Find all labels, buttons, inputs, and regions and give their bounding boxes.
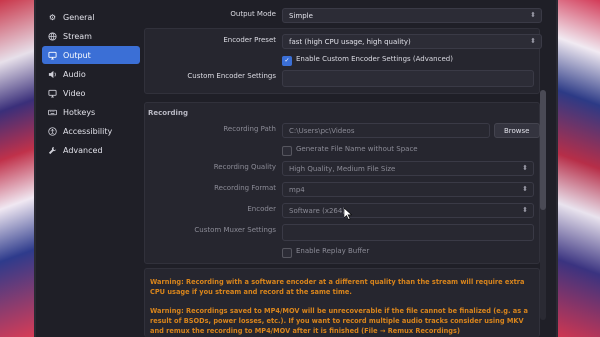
video-icon xyxy=(48,89,57,98)
muxer-row: Custom Muxer Settings xyxy=(144,224,548,241)
custom-encoder-check-label: Enable Custom Encoder Settings (Advanced… xyxy=(296,55,453,63)
settings-sidebar: ⚙ General Stream Output Audio Video Hotk… xyxy=(42,8,140,168)
output-mode-select[interactable]: Simple ⬍ xyxy=(282,8,542,23)
warning-mp4-text: Warning: Recordings saved to MP4/MOV wil… xyxy=(150,307,528,335)
sidebar-item-hotkeys[interactable]: Hotkeys xyxy=(42,103,140,121)
settings-content: Output Mode Simple ⬍ Encoder Preset fast… xyxy=(144,0,548,337)
muxer-input[interactable] xyxy=(282,224,534,241)
recording-quality-label: Recording Quality xyxy=(213,163,276,171)
sidebar-item-audio[interactable]: Audio xyxy=(42,65,140,83)
wrench-icon xyxy=(48,146,57,155)
sidebar-item-label: General xyxy=(63,12,95,22)
recording-format-row: Recording Format mp4 ⬍ xyxy=(144,182,548,198)
encoder-select[interactable]: Software (x264) ⬍ xyxy=(282,203,534,218)
recording-quality-select[interactable]: High Quality, Medium File Size ⬍ xyxy=(282,161,534,176)
sidebar-item-label: Stream xyxy=(63,31,92,41)
mouse-cursor-icon xyxy=(344,208,352,220)
globe-icon xyxy=(48,31,57,41)
muxer-label: Custom Muxer Settings xyxy=(194,226,276,234)
recording-path-input[interactable]: C:\Users\pc\Videos xyxy=(282,123,490,138)
sidebar-item-stream[interactable]: Stream xyxy=(42,27,140,45)
sidebar-item-general[interactable]: ⚙ General xyxy=(42,8,140,26)
replay-buffer-checkbox[interactable] xyxy=(282,248,292,258)
recording-quality-row: Recording Quality High Quality, Medium F… xyxy=(144,161,548,177)
chevron-updown-icon: ⬍ xyxy=(522,206,528,214)
chevron-updown-icon: ⬍ xyxy=(522,164,528,172)
background-artwork-left xyxy=(0,0,34,337)
encoder-preset-value: fast (high CPU usage, high quality) xyxy=(289,38,411,46)
sidebar-item-label: Audio xyxy=(63,69,86,79)
recording-format-value: mp4 xyxy=(289,186,305,194)
no-space-row: Generate File Name without Space xyxy=(144,143,548,159)
browse-button[interactable]: Browse xyxy=(494,123,540,138)
sidebar-item-label: Accessibility xyxy=(63,126,113,136)
settings-window: ⚙ General Stream Output Audio Video Hotk… xyxy=(34,0,558,337)
sidebar-item-output[interactable]: Output xyxy=(42,46,140,64)
sidebar-item-video[interactable]: Video xyxy=(42,84,140,102)
gear-icon: ⚙ xyxy=(48,12,57,22)
custom-encoder-settings-label: Custom Encoder Settings xyxy=(187,72,276,80)
recording-path-row: Recording Path C:\Users\pc\Videos Browse xyxy=(144,123,548,139)
background-artwork-right xyxy=(558,0,600,337)
speaker-icon xyxy=(48,70,57,79)
output-mode-label: Output Mode xyxy=(230,10,276,18)
encoder-preset-select[interactable]: fast (high CPU usage, high quality) ⬍ xyxy=(282,34,542,49)
recording-path-label: Recording Path xyxy=(223,125,276,133)
warning-cpu-text: Warning: Recording with a software encod… xyxy=(150,278,525,296)
content-scrollbar[interactable] xyxy=(540,90,546,320)
scrollbar-thumb[interactable] xyxy=(540,90,546,210)
encoder-value: Software (x264) xyxy=(289,207,346,215)
no-space-checkbox[interactable] xyxy=(282,146,292,156)
replay-buffer-row: Enable Replay Buffer xyxy=(144,245,548,261)
output-mode-value: Simple xyxy=(289,12,313,20)
output-mode-row: Output Mode Simple ⬍ xyxy=(144,8,548,24)
recording-format-label: Recording Format xyxy=(214,184,276,192)
custom-encoder-settings-input[interactable] xyxy=(282,70,534,87)
encoder-preset-row: Encoder Preset fast (high CPU usage, hig… xyxy=(144,34,548,50)
recording-path-value: C:\Users\pc\Videos xyxy=(289,127,355,135)
replay-buffer-label: Enable Replay Buffer xyxy=(296,247,370,255)
recording-quality-value: High Quality, Medium File Size xyxy=(289,165,396,173)
encoder-label: Encoder xyxy=(247,205,276,213)
accessibility-icon xyxy=(48,126,57,136)
chevron-updown-icon: ⬍ xyxy=(530,11,536,19)
encoder-preset-label: Encoder Preset xyxy=(223,36,276,44)
custom-encoder-settings-row: Custom Encoder Settings xyxy=(144,70,548,87)
recording-format-select[interactable]: mp4 ⬍ xyxy=(282,182,534,197)
no-space-label: Generate File Name without Space xyxy=(296,145,418,153)
sidebar-item-label: Hotkeys xyxy=(63,107,96,117)
custom-encoder-checkbox[interactable]: ✓ xyxy=(282,56,292,66)
chevron-updown-icon: ⬍ xyxy=(530,37,536,45)
monitor-icon xyxy=(48,51,57,60)
recording-section-title: Recording xyxy=(148,109,188,117)
keyboard-icon xyxy=(48,108,57,117)
sidebar-item-advanced[interactable]: Advanced xyxy=(42,141,140,159)
custom-encoder-check-row: ✓ Enable Custom Encoder Settings (Advanc… xyxy=(144,53,548,69)
sidebar-item-accessibility[interactable]: Accessibility xyxy=(42,122,140,140)
sidebar-item-label: Advanced xyxy=(63,145,103,155)
sidebar-item-label: Output xyxy=(63,50,91,60)
chevron-updown-icon: ⬍ xyxy=(522,185,528,193)
sidebar-item-label: Video xyxy=(63,88,86,98)
